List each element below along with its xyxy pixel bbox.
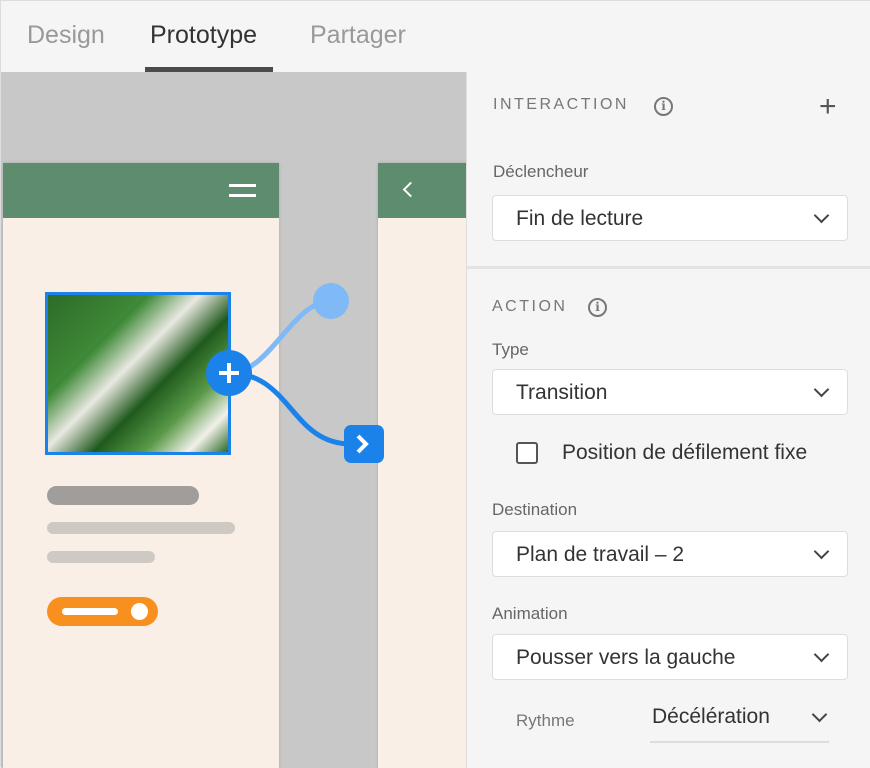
trigger-value: Fin de lecture [516, 207, 644, 230]
properties-panel: INTERACTION i + Déclencheur Fin de lectu… [466, 72, 870, 768]
animation-label: Animation [492, 604, 568, 623]
tab-partager[interactable]: Partager [310, 21, 406, 50]
fixed-scroll-label: Position de défilement fixe [562, 441, 808, 464]
trigger-dropdown[interactable]: Fin de lecture [492, 195, 848, 241]
chevron-down-icon [811, 706, 828, 723]
tab-prototype[interactable]: Prototype [150, 21, 257, 50]
wire-connectors [206, 283, 384, 463]
action-title: ACTION [492, 298, 568, 315]
type-dropdown[interactable]: Transition [492, 369, 848, 415]
chevron-down-icon [813, 381, 830, 398]
chevron-down-icon [813, 207, 830, 224]
easing-label: Rythme [516, 711, 575, 730]
tab-design[interactable]: Design [27, 21, 105, 50]
trigger-label: Déclencheur [493, 162, 589, 181]
tab-bar: Design Prototype Partager [1, 1, 870, 72]
type-value: Transition [516, 381, 608, 404]
animation-value: Pousser vers la gauche [516, 646, 736, 669]
interaction-title: INTERACTION [493, 96, 629, 113]
destination-value: Plan de travail – 2 [516, 543, 685, 566]
info-icon[interactable]: i [588, 298, 607, 317]
destination-dropdown[interactable]: Plan de travail – 2 [492, 531, 848, 577]
chevron-down-icon [813, 646, 830, 663]
type-label: Type [492, 340, 529, 359]
chevron-down-icon [813, 543, 830, 560]
easing-dropdown[interactable]: Décélération [650, 705, 829, 743]
destination-label: Destination [492, 500, 578, 519]
animation-dropdown[interactable]: Pousser vers la gauche [492, 634, 848, 680]
canvas[interactable] [1, 72, 466, 768]
easing-value: Décélération [652, 705, 770, 728]
fixed-scroll-checkbox[interactable] [516, 442, 538, 464]
add-icon[interactable]: + [819, 92, 837, 122]
divider [467, 266, 870, 269]
wire-handle[interactable] [313, 283, 349, 319]
info-icon[interactable]: i [654, 97, 673, 116]
